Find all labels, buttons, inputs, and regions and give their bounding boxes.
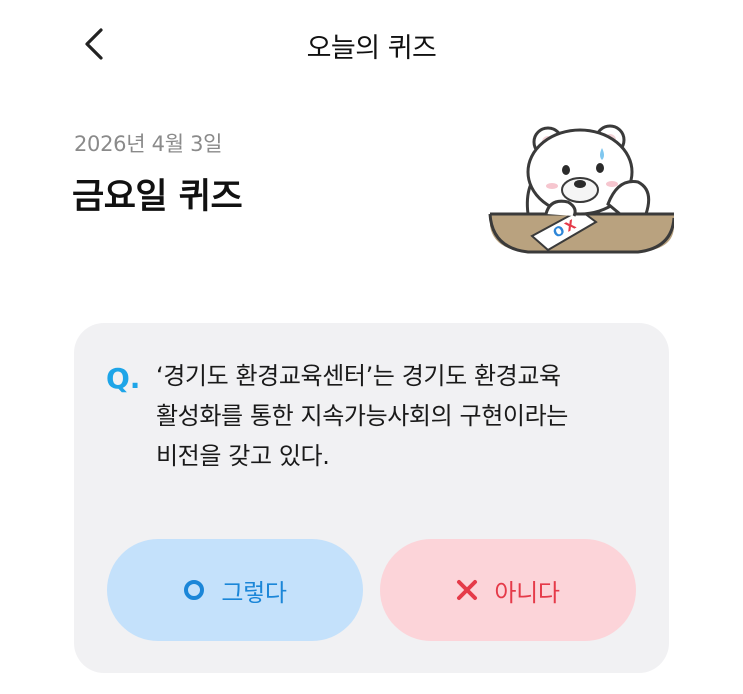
polar-bear-mascot-image: O X: [488, 118, 676, 264]
header-bar: 오늘의 퀴즈: [0, 0, 743, 96]
circle-o-icon: [183, 579, 205, 601]
x-mark-icon: [456, 579, 478, 601]
page-title: 금요일 퀴즈: [72, 177, 243, 217]
answer-yes-button[interactable]: 그렇다: [107, 539, 363, 641]
quiz-date: 2026년 4월 3일: [74, 132, 223, 156]
answer-no-button[interactable]: 아니다: [380, 539, 636, 641]
question-marker: Q.: [106, 362, 141, 395]
answer-yes-label: 그렇다: [221, 578, 287, 607]
header-title: 오늘의 퀴즈: [306, 33, 437, 64]
answer-no-label: 아니다: [494, 578, 560, 607]
question-text: ‘경기도 환경교육센터’는 경기도 환경교육 활성화를 통한 지속가능사회의 구…: [156, 362, 568, 470]
